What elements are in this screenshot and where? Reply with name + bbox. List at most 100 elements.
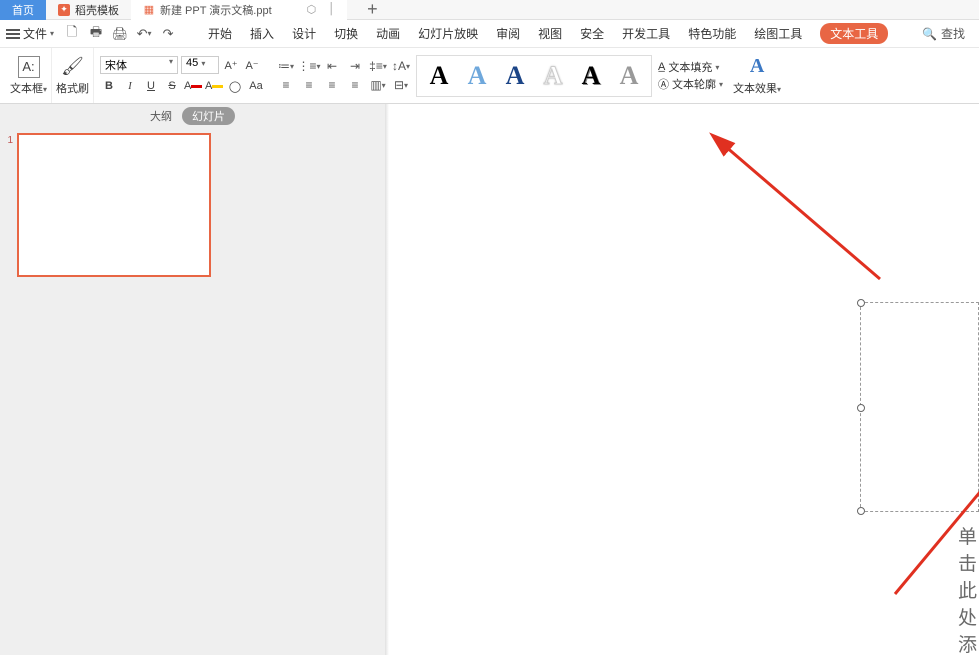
paragraph-group: ≔▾ ⋮≡▾ ⇤ ⇥ ‡≡▾ ↕A▾ ≡ ≡ ≡ ≡ ▥▾ ⊟▾ — [271, 58, 416, 93]
menu-view[interactable]: 视图 — [538, 25, 562, 42]
print-icon[interactable]: 🖨 — [112, 26, 128, 42]
print-preview-icon[interactable]: 🖶 — [88, 26, 104, 42]
vertical-align-icon[interactable]: ⊟▾ — [392, 77, 410, 93]
ribbon-formatpainter[interactable]: 🖌 格式刷 — [52, 48, 94, 103]
redo-icon[interactable]: ↷ — [160, 26, 176, 42]
ppt-file-icon: ▦ — [143, 4, 155, 16]
menu-devtools[interactable]: 开发工具 — [622, 25, 670, 42]
search-box[interactable]: 🔍 查找 — [922, 25, 973, 42]
new-tab-button[interactable]: + — [359, 0, 386, 20]
textbox-label: 文本框▾ — [10, 80, 47, 96]
italic-button[interactable]: I — [121, 77, 139, 95]
wordart-style-2[interactable]: A — [461, 60, 493, 92]
menu-drawtools[interactable]: 绘图工具 — [754, 25, 802, 42]
font-color-button[interactable]: A — [184, 77, 202, 95]
text-direction-icon[interactable]: ↕A▾ — [392, 58, 410, 74]
tab-active-label: 新建 PPT 演示文稿.ppt — [160, 2, 272, 18]
title-text-frame[interactable]: 云骑士 I — [860, 302, 979, 512]
formatpainter-icon: 🖌 — [62, 56, 84, 78]
columns-icon[interactable]: ▥▾ — [369, 77, 387, 93]
menu-security[interactable]: 安全 — [580, 25, 604, 42]
divider-icon: │ — [328, 3, 335, 16]
menu-feature[interactable]: 特色功能 — [688, 25, 736, 42]
menu-transition[interactable]: 切换 — [334, 25, 358, 42]
tab-template[interactable]: ✦ 稻壳模板 — [46, 0, 131, 20]
bold-button[interactable]: B — [100, 77, 118, 95]
hamburger-icon — [6, 27, 20, 41]
resize-handle-bl[interactable] — [857, 507, 865, 515]
search-icon: 🔍 — [922, 27, 937, 41]
undo-icon[interactable]: ↶▾ — [136, 26, 152, 42]
shrink-font-icon[interactable]: A⁻ — [243, 56, 261, 74]
align-right-icon[interactable]: ≡ — [323, 77, 341, 93]
panel-tab-outline[interactable]: 大纲 — [150, 108, 172, 124]
highlight-button[interactable]: A — [205, 77, 223, 95]
strike-button[interactable]: S — [163, 77, 181, 95]
align-left-icon[interactable]: ≡ — [277, 77, 295, 93]
thumbnail-list[interactable]: 1 — [0, 128, 385, 655]
font-size-select[interactable]: 45 ▾ — [181, 56, 219, 74]
slide-canvas[interactable]: ↻ 云骑士 I 单击此处添加副标题 — [385, 104, 979, 655]
file-menu[interactable]: 文件 ▾ — [6, 25, 54, 42]
grow-font-icon[interactable]: A⁺ — [222, 56, 240, 74]
menu-slideshow[interactable]: 幻灯片放映 — [418, 25, 478, 42]
align-justify-icon[interactable]: ≡ — [346, 77, 364, 93]
indent-inc-icon[interactable]: ⇥ — [346, 58, 364, 74]
chevron-down-icon: ▾ — [50, 29, 54, 38]
wordart-style-4[interactable]: A — [537, 60, 569, 92]
text-outline-button[interactable]: Ⓐ 文本轮廓▾ — [658, 76, 723, 92]
resize-handle-tl[interactable] — [857, 299, 865, 307]
menu-bar: 文件 ▾ 🗋 🖶 🖨 ↶▾ ↷ 开始 插入 设计 切换 动画 幻灯片放映 审阅 … — [0, 20, 979, 48]
clear-format-icon[interactable]: ◯ — [226, 77, 244, 95]
font-group: 宋体 ▾ 45 ▾ A⁺ A⁻ B I U S A A ◯ Aa — [94, 56, 271, 95]
text-effect-button[interactable]: A 文本效果▾ — [729, 48, 785, 103]
change-case-icon[interactable]: Aa — [247, 77, 265, 95]
wordart-style-3[interactable]: A — [499, 60, 531, 92]
quick-access-toolbar: 🗋 🖶 🖨 ↶▾ ↷ — [64, 26, 176, 42]
tab-template-label: 稻壳模板 — [75, 2, 119, 18]
menu-animation[interactable]: 动画 — [376, 25, 400, 42]
text-effect-label: 文本效果▾ — [733, 80, 781, 96]
ribbon-tabs: 开始 插入 设计 切换 动画 幻灯片放映 审阅 视图 安全 开发工具 特色功能 … — [208, 23, 888, 44]
align-center-icon[interactable]: ≡ — [300, 77, 318, 93]
slide-subtitle-placeholder[interactable]: 单击此处添加副标题 — [958, 522, 979, 655]
search-label: 查找 — [941, 25, 965, 42]
underline-button[interactable]: U — [142, 77, 160, 95]
menu-insert[interactable]: 插入 — [250, 25, 274, 42]
panel-tabs: 大纲 幻灯片 — [0, 104, 385, 128]
tab-active-document[interactable]: ▦ 新建 PPT 演示文稿.ppt ⬡ │ — [131, 0, 347, 20]
resize-handle-ml[interactable] — [857, 404, 865, 412]
ribbon: A: 文本框▾ 🖌 格式刷 宋体 ▾ 45 ▾ A⁺ A⁻ B I U S A … — [0, 48, 979, 104]
tab-extra-icons: ⬡ │ — [307, 3, 335, 16]
wordart-style-1[interactable]: A — [423, 60, 455, 92]
menu-review[interactable]: 审阅 — [496, 25, 520, 42]
textbox-icon: A: — [18, 56, 40, 78]
menu-start[interactable]: 开始 — [208, 25, 232, 42]
menu-texttools[interactable]: 文本工具 — [820, 23, 888, 44]
file-menu-label: 文件 — [23, 25, 47, 42]
panel-tab-slides[interactable]: 幻灯片 — [182, 107, 235, 125]
menu-design[interactable]: 设计 — [292, 25, 316, 42]
wordart-style-5[interactable]: A — [575, 60, 607, 92]
thumbnail-number: 1 — [3, 133, 13, 146]
text-effect-icon: A — [750, 55, 764, 78]
slide-panel: 大纲 幻灯片 1 — [0, 104, 385, 655]
text-style-group: A̲ 文本填充▾ Ⓐ 文本轮廓▾ — [652, 59, 729, 92]
wordart-style-6[interactable]: A — [613, 60, 645, 92]
slide-shadow — [385, 104, 389, 655]
save-icon[interactable]: 🗋 — [64, 26, 80, 42]
ribbon-textbox[interactable]: A: 文本框▾ — [6, 48, 52, 103]
tab-home[interactable]: 首页 — [0, 0, 46, 20]
indent-dec-icon[interactable]: ⇤ — [323, 58, 341, 74]
text-fill-button[interactable]: A̲ 文本填充▾ — [658, 59, 723, 75]
workspace: 大纲 幻灯片 1 ↻ 云骑士 I 单击此处添加副标题 — [0, 104, 979, 655]
bullets-icon[interactable]: ≔▾ — [277, 58, 295, 74]
thumbnail-row: 1 — [3, 133, 385, 277]
wordart-gallery[interactable]: A A A A A A — [416, 55, 652, 97]
title-tab-bar: 首页 ✦ 稻壳模板 ▦ 新建 PPT 演示文稿.ppt ⬡ │ + — [0, 0, 979, 20]
line-spacing-icon[interactable]: ‡≡▾ — [369, 58, 387, 74]
numbering-icon[interactable]: ⋮≡▾ — [300, 58, 318, 74]
slide-thumbnail-1[interactable] — [17, 133, 211, 277]
font-name-select[interactable]: 宋体 ▾ — [100, 56, 178, 74]
sync-icon[interactable]: ⬡ — [307, 3, 317, 16]
